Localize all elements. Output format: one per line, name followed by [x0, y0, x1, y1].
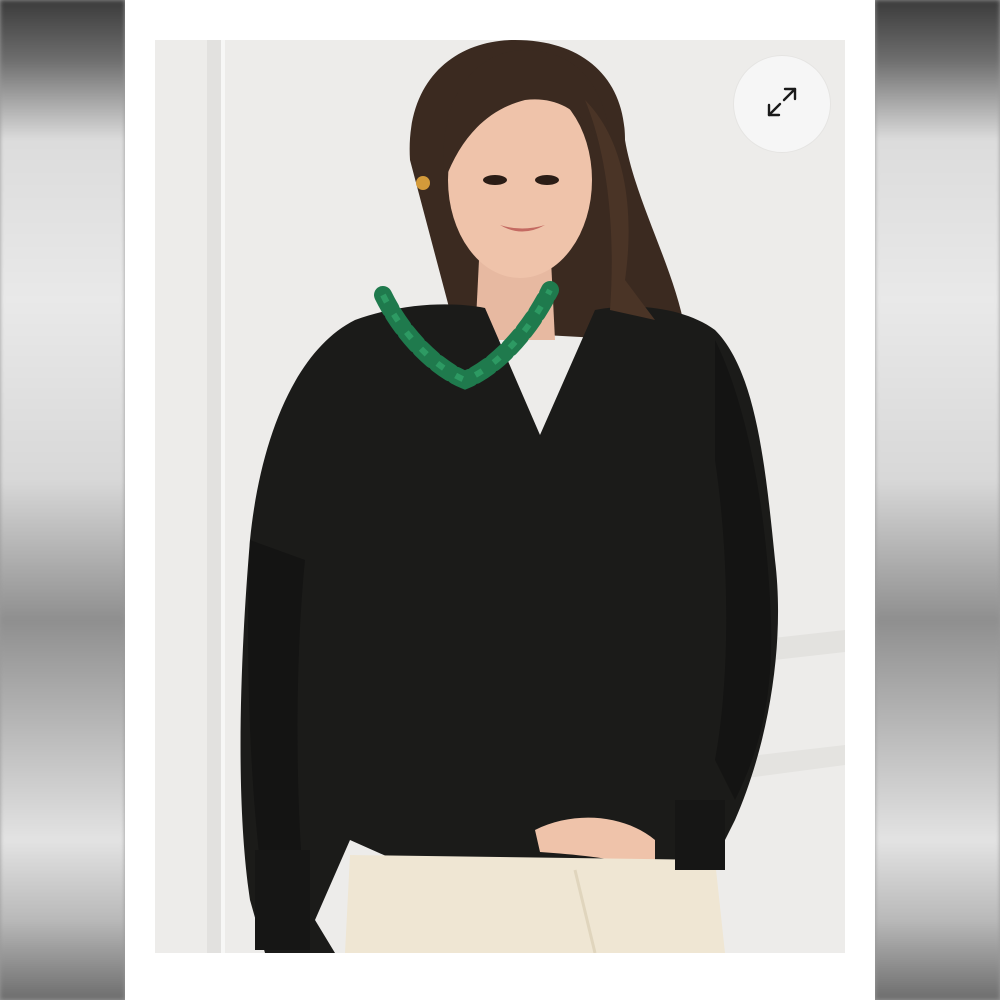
blurred-background-left [0, 0, 125, 1000]
product-photo[interactable] [155, 40, 845, 953]
expand-image-button[interactable] [734, 56, 830, 152]
blurred-background-right [875, 0, 1000, 1000]
product-photo-illustration [155, 40, 845, 953]
expand-arrows-icon [765, 85, 799, 124]
